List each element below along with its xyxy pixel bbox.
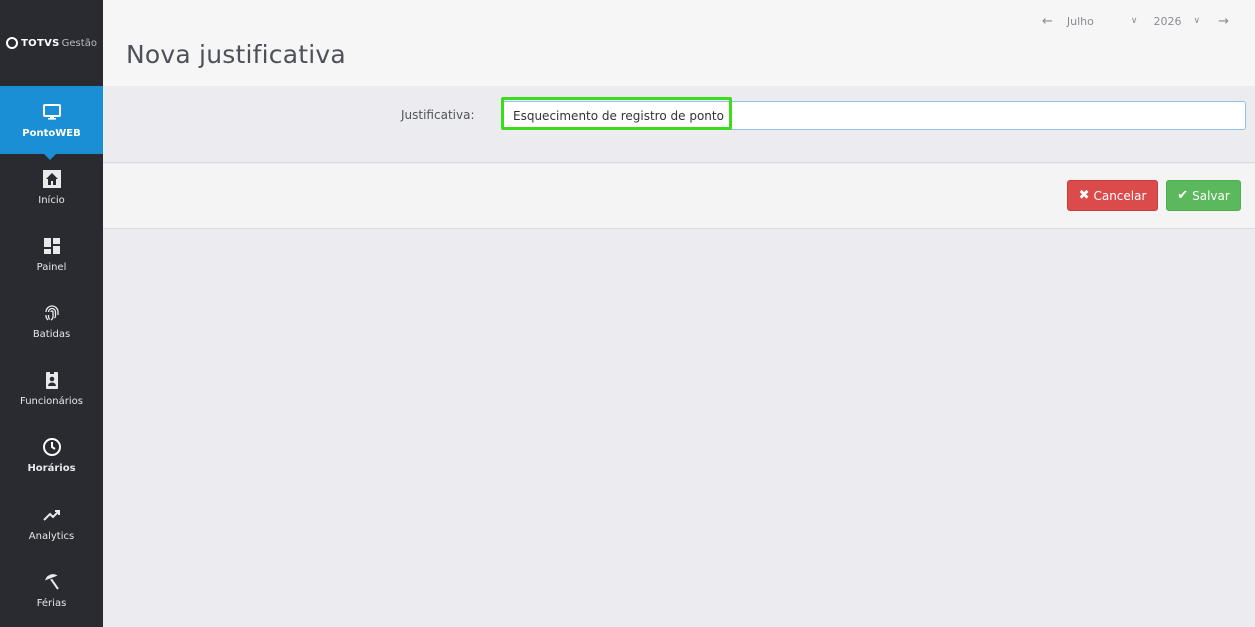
sidebar-item-analytics[interactable]: Analytics	[0, 490, 103, 557]
sidebar-item-inicio[interactable]: Início	[0, 154, 103, 221]
justificativa-input[interactable]	[501, 101, 1246, 130]
dashboard-icon	[42, 236, 62, 256]
brand-name: TOTVS	[21, 37, 60, 49]
form-panel: Justificativa:	[103, 86, 1255, 163]
brand-logo[interactable]: TOTVS Gestão	[0, 0, 103, 86]
close-icon: ✖	[1078, 188, 1090, 203]
year-select[interactable]: 2026	[1154, 15, 1190, 28]
totvs-logo-icon	[6, 37, 19, 49]
save-button[interactable]: ✔ Salvar	[1166, 180, 1241, 211]
fingerprint-icon	[42, 303, 62, 323]
save-label: Salvar	[1192, 188, 1230, 203]
sidebar-item-funcionarios[interactable]: Funcionários	[0, 355, 103, 422]
content-area	[103, 229, 1255, 627]
sidebar-item-label: Batidas	[32, 329, 71, 340]
brand-product: Gestão	[61, 37, 97, 49]
sidebar-item-painel[interactable]: Painel	[0, 221, 103, 288]
chevron-down-icon[interactable]: ∨	[1194, 16, 1201, 26]
id-badge-icon	[42, 370, 62, 390]
page-title: Nova justificativa	[126, 40, 346, 69]
cancel-button[interactable]: ✖ Cancelar	[1067, 180, 1158, 211]
chevron-down-icon[interactable]: ∨	[1131, 16, 1138, 26]
sidebar-item-label: Analytics	[28, 531, 75, 542]
justificativa-label: Justificativa:	[401, 108, 475, 122]
clock-icon	[42, 437, 62, 457]
month-select[interactable]: Julho	[1067, 15, 1127, 28]
sidebar-item-horarios[interactable]: Horários	[0, 422, 103, 489]
sidebar-item-label: Painel	[36, 262, 67, 273]
period-selector: ← Julho ∨ 2026 ∨ →	[1042, 12, 1229, 30]
cancel-label: Cancelar	[1093, 188, 1147, 203]
sidebar-item-label: Horários	[27, 463, 76, 474]
beach-umbrella-icon	[42, 572, 62, 592]
previous-period-icon[interactable]: ←	[1042, 14, 1053, 29]
action-bar: ✖ Cancelar ✔ Salvar	[103, 164, 1255, 229]
sidebar-item-label: Funcionários	[20, 396, 83, 407]
trend-icon	[42, 505, 62, 525]
sidebar-item-label: Início	[38, 195, 65, 206]
sidebar-item-label: Férias	[36, 598, 67, 609]
next-period-icon[interactable]: →	[1218, 14, 1229, 29]
monitor-icon	[42, 102, 62, 122]
sidebar-item-label: PontoWEB	[22, 127, 81, 139]
check-icon: ✔	[1177, 188, 1189, 203]
home-icon	[42, 169, 62, 189]
sidebar: TOTVS Gestão PontoWEB Início Painel Bati…	[0, 0, 103, 627]
sidebar-item-pontoweb[interactable]: PontoWEB	[0, 86, 103, 160]
page-header: ← Julho ∨ 2026 ∨ → Nova justificativa	[103, 0, 1255, 86]
sidebar-item-batidas[interactable]: Batidas	[0, 288, 103, 355]
sidebar-item-ferias[interactable]: Férias	[0, 557, 103, 624]
